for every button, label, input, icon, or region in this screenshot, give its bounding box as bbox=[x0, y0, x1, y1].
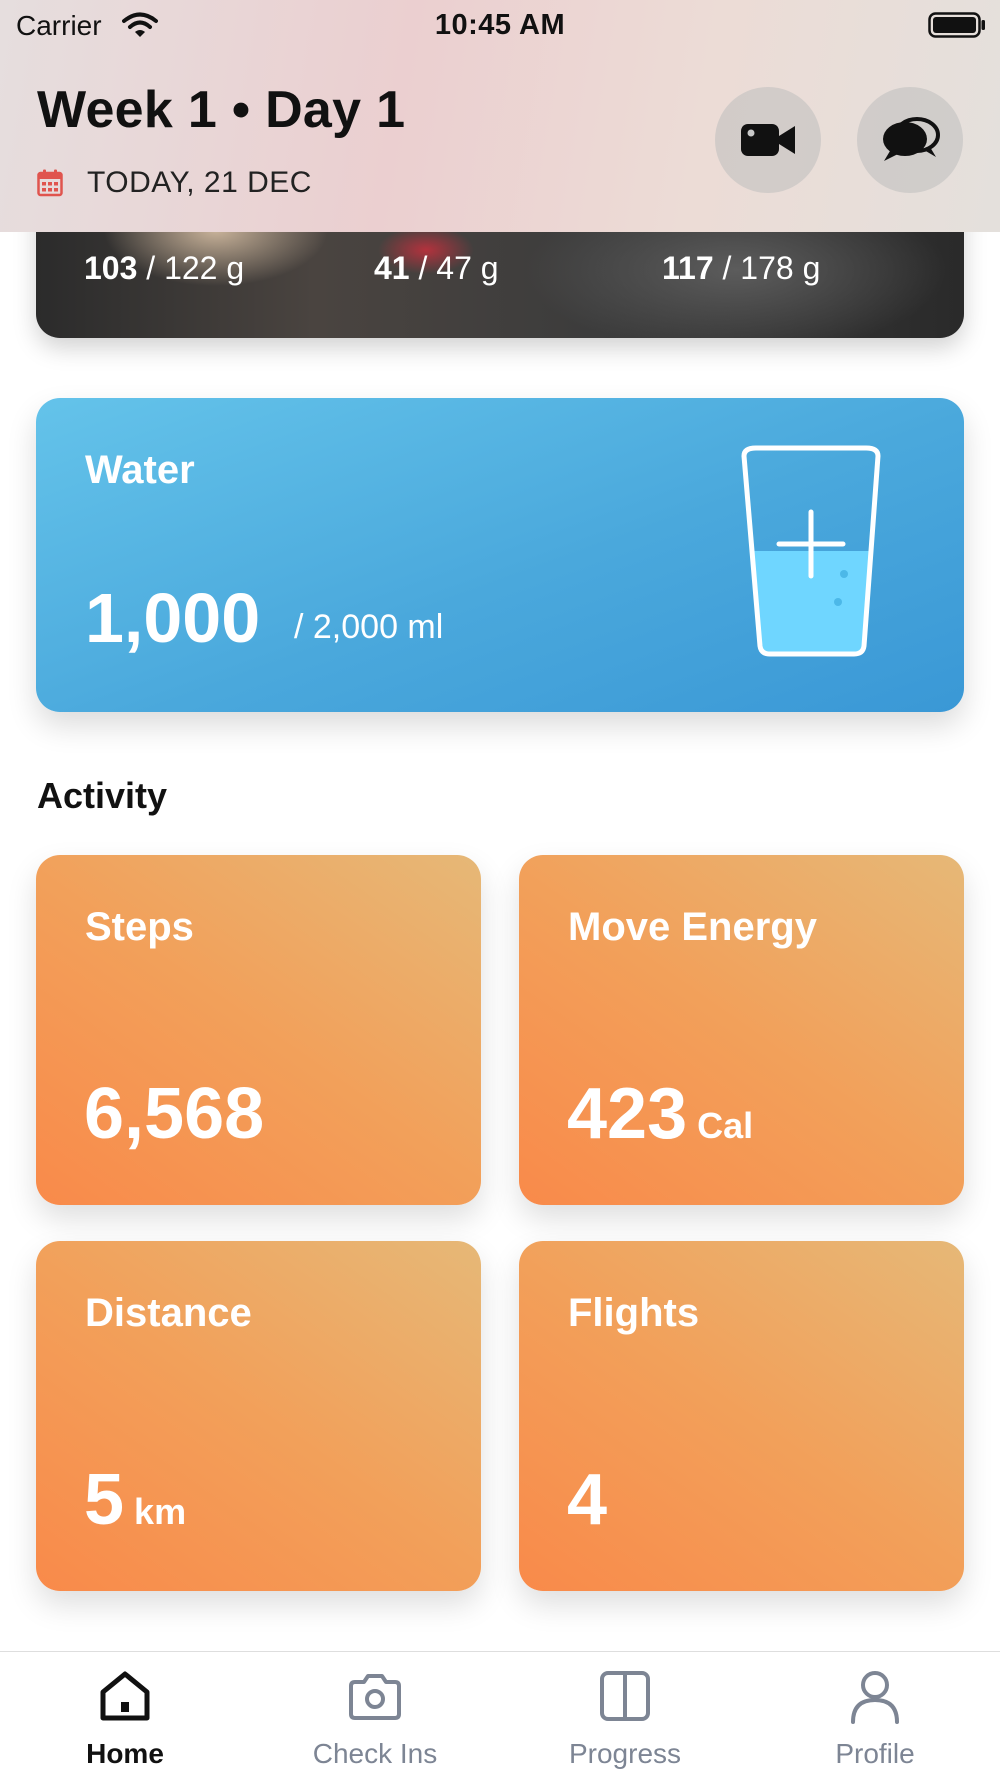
chat-button[interactable] bbox=[857, 87, 963, 193]
tile-label: Move Energy bbox=[568, 905, 817, 949]
macro-target: 47 g bbox=[436, 250, 499, 286]
tile-value: 5 km bbox=[84, 1459, 186, 1541]
tile-value: 423 Cal bbox=[567, 1073, 753, 1155]
water-glass-plus-icon[interactable] bbox=[736, 442, 886, 660]
macro-carbs: 117 / 178 g bbox=[662, 250, 821, 286]
tile-value: 4 bbox=[567, 1459, 607, 1541]
steps-tile[interactable]: Steps 6,568 bbox=[36, 855, 481, 1205]
person-icon bbox=[851, 1671, 899, 1724]
camera-icon bbox=[349, 1674, 401, 1720]
macro-current: 41 bbox=[374, 250, 410, 286]
water-value: 1,000 bbox=[85, 579, 261, 657]
activity-section-title: Activity bbox=[37, 775, 168, 816]
tile-value: 6,568 bbox=[84, 1073, 264, 1155]
tab-progress[interactable]: Progress bbox=[500, 1652, 750, 1778]
tile-unit: km bbox=[134, 1491, 187, 1532]
distance-tile[interactable]: Distance 5 km bbox=[36, 1241, 481, 1591]
tab-label: Progress bbox=[568, 1738, 682, 1769]
date-label: TODAY, 21 DEC bbox=[87, 166, 312, 199]
tab-profile[interactable]: Profile bbox=[750, 1652, 1000, 1778]
tile-number: 423 bbox=[567, 1074, 688, 1154]
tile-unit: Cal bbox=[697, 1105, 754, 1146]
video-call-button[interactable] bbox=[715, 87, 821, 193]
tile-label: Flights bbox=[568, 1291, 700, 1335]
tab-label: Profile bbox=[835, 1738, 915, 1769]
split-panel-icon bbox=[600, 1671, 650, 1721]
tile-label: Distance bbox=[85, 1291, 252, 1335]
tile-number: 4 bbox=[567, 1460, 608, 1540]
macro-target: 122 g bbox=[164, 250, 245, 286]
water-card[interactable]: Water 1,000 / 2,000 ml bbox=[36, 398, 964, 712]
tab-label: Check Ins bbox=[312, 1738, 438, 1769]
macro-current: 117 bbox=[662, 250, 714, 286]
status-time: 10:45 AM bbox=[434, 9, 566, 41]
date-row[interactable]: TODAY, 21 DEC bbox=[37, 166, 312, 200]
video-camera-icon bbox=[741, 124, 795, 156]
macro-target: 178 g bbox=[740, 250, 821, 286]
battery-icon bbox=[928, 12, 985, 38]
app-header: Carrier 10:45 AM Week 1 • Day 1 TODAY, 2… bbox=[0, 0, 1000, 232]
macro-current: 103 bbox=[84, 250, 138, 286]
tab-home[interactable]: Home bbox=[0, 1652, 250, 1778]
home-icon bbox=[100, 1671, 150, 1721]
flights-tile[interactable]: Flights 4 bbox=[519, 1241, 964, 1591]
status-bar: Carrier 10:45 AM bbox=[0, 0, 1000, 50]
chat-bubbles-icon bbox=[883, 117, 940, 161]
title-block: Week 1 • Day 1 TODAY, 21 DEC bbox=[37, 80, 406, 199]
tile-label: Steps bbox=[85, 905, 194, 949]
macro-fat: 41 / 47 g bbox=[374, 250, 499, 286]
tile-number: 6,568 bbox=[84, 1074, 265, 1154]
move-energy-tile[interactable]: Move Energy 423 Cal bbox=[519, 855, 964, 1205]
water-title: Water bbox=[85, 448, 195, 492]
tab-label: Home bbox=[86, 1738, 164, 1769]
water-goal: / 2,000 ml bbox=[294, 608, 444, 646]
tab-bar: Home Check Ins Progress Profile bbox=[0, 1651, 1000, 1778]
macro-protein: 103 / 122 g bbox=[84, 250, 245, 286]
calendar-icon bbox=[37, 169, 63, 197]
tab-check-ins[interactable]: Check Ins bbox=[250, 1652, 500, 1778]
page-title: Week 1 • Day 1 bbox=[37, 81, 406, 139]
tile-number: 5 bbox=[84, 1460, 125, 1540]
